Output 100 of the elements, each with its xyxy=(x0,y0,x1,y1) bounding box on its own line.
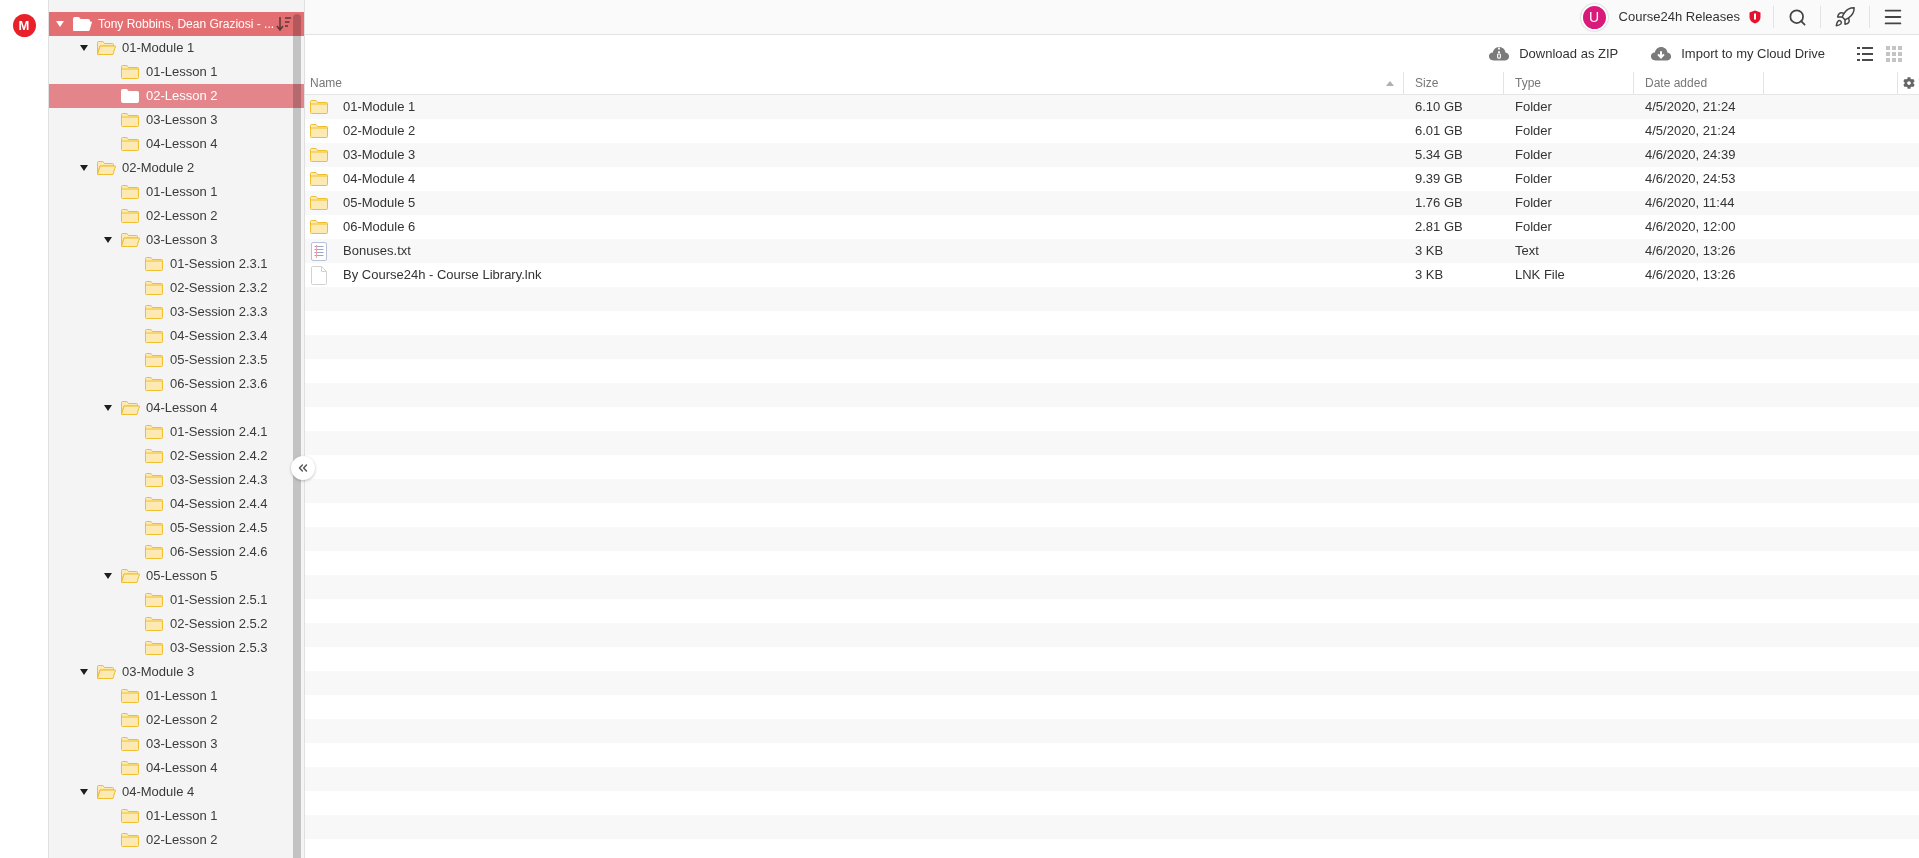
tree-item[interactable]: 01-Module 1 xyxy=(49,36,288,60)
settings-icon[interactable] xyxy=(1902,77,1915,89)
folder-icon xyxy=(309,123,329,139)
tree-item[interactable]: 03-Session 2.5.3 xyxy=(49,636,288,660)
tree-item[interactable]: 02-Lesson 2 xyxy=(49,204,288,228)
tree-item[interactable]: 04-Module 4 xyxy=(49,780,288,804)
tree-item[interactable]: 01-Lesson 1 xyxy=(49,180,288,204)
tree-item[interactable]: 01-Lesson 1 xyxy=(49,684,288,708)
file-name: Bonuses.txt xyxy=(343,242,411,261)
column-header[interactable]: Size xyxy=(1403,72,1503,94)
tree-item[interactable]: 02-Session 2.5.2 xyxy=(49,612,288,636)
sort-icon[interactable] xyxy=(276,16,292,32)
table-cell: 4/5/2020, 21:24 xyxy=(1645,123,1736,139)
table-cell: 4/6/2020, 24:53 xyxy=(1645,171,1736,187)
tree-item[interactable]: 02-Session 2.4.2 xyxy=(49,444,288,468)
caret-icon[interactable] xyxy=(104,573,112,579)
tree-item[interactable]: 01-Session 2.5.1 xyxy=(49,588,288,612)
tree-item[interactable]: 03-Module 3 xyxy=(49,660,288,684)
caret-icon[interactable] xyxy=(80,165,88,171)
folder-icon xyxy=(144,472,164,488)
table-cell: 4/6/2020, 24:39 xyxy=(1645,147,1736,163)
rocket-button[interactable] xyxy=(1833,5,1857,29)
file-name: 05-Module 5 xyxy=(343,194,416,213)
logo[interactable]: M xyxy=(12,14,36,37)
tree-item[interactable]: 05-Lesson 5 xyxy=(49,564,288,588)
column-header[interactable]: Date added xyxy=(1633,72,1763,94)
column-header[interactable]: Name xyxy=(305,72,1403,94)
file-icon xyxy=(311,265,327,285)
table-cell: Folder xyxy=(1515,147,1552,163)
tree-item[interactable]: 04-Lesson 4 xyxy=(49,756,288,780)
file-name: 01-Module 1 xyxy=(343,98,416,117)
folder-icon xyxy=(120,88,140,104)
tree-item[interactable]: 02-Lesson 2 xyxy=(49,708,288,732)
cloud-zip-icon xyxy=(1488,45,1511,62)
open-folder-icon xyxy=(96,160,116,176)
account-button[interactable]: U Course24h Releases xyxy=(1580,3,1761,31)
caret-icon[interactable] xyxy=(104,405,112,411)
column-header[interactable]: Type xyxy=(1503,72,1633,94)
folder-icon xyxy=(144,256,164,272)
table-cell: 1.76 GB xyxy=(1415,195,1463,211)
table-cell: 3 KB xyxy=(1415,267,1444,283)
download-zip-button[interactable]: Download as ZIP xyxy=(1488,43,1619,64)
table-cell: Folder xyxy=(1515,219,1552,235)
list-view-icon[interactable] xyxy=(1857,46,1873,61)
tree-item[interactable]: 01-Lesson 1 xyxy=(49,804,288,828)
folder-icon xyxy=(309,195,329,211)
table-cell: 3 KB xyxy=(1415,243,1444,259)
table-cell: 6.01 GB xyxy=(1415,123,1463,139)
table-cell: 4/6/2020, 11:44 xyxy=(1645,195,1735,211)
folder-icon xyxy=(120,760,140,776)
caret-icon[interactable] xyxy=(104,237,112,243)
table-cell: 4/5/2020, 21:24 xyxy=(1645,99,1736,115)
tree-item[interactable]: 03-Session 2.3.3 xyxy=(49,300,288,324)
caret-icon[interactable] xyxy=(80,669,88,675)
tree-item[interactable]: 05-Session 2.3.5 xyxy=(49,348,288,372)
folder-icon xyxy=(120,688,140,704)
tree-item[interactable]: 03-Session 2.4.3 xyxy=(49,468,288,492)
tree-item[interactable]: 06-Session 2.4.6 xyxy=(49,540,288,564)
tree-item[interactable]: 03-Lesson 3 xyxy=(49,108,288,132)
tree-item[interactable]: 04-Session 2.4.4 xyxy=(49,492,288,516)
import-button[interactable]: Import to my Cloud Drive xyxy=(1650,43,1825,64)
table-cell: 4/6/2020, 13:26 xyxy=(1645,243,1736,259)
folder-icon xyxy=(144,352,164,368)
tree-item[interactable]: 01-Session 2.3.1 xyxy=(49,252,288,276)
tree-item[interactable]: 04-Lesson 4 xyxy=(49,132,288,156)
tree-item[interactable]: 02-Lesson 2 xyxy=(49,828,288,852)
caret-icon[interactable] xyxy=(80,45,88,51)
folder-icon xyxy=(144,448,164,464)
table-cell: 5.34 GB xyxy=(1415,147,1463,163)
folder-icon xyxy=(120,64,140,80)
folder-icon xyxy=(120,808,140,824)
tree-item[interactable]: 02-Session 2.3.2 xyxy=(49,276,288,300)
folder-icon xyxy=(120,208,140,224)
table-cell: Folder xyxy=(1515,171,1552,187)
table-cell: LNK File xyxy=(1515,267,1565,283)
tree-item[interactable]: 03-Lesson 3 xyxy=(49,732,288,756)
tree-item[interactable]: 04-Lesson 4 xyxy=(49,396,288,420)
tree-item[interactable]: 01-Lesson 1 xyxy=(49,60,288,84)
folder-icon xyxy=(144,304,164,320)
caret-icon[interactable] xyxy=(80,789,88,795)
folder-icon xyxy=(144,616,164,632)
search-icon xyxy=(1787,7,1807,27)
tree-item[interactable]: 03-Lesson 3 xyxy=(49,228,288,252)
folder-icon xyxy=(144,496,164,512)
open-folder-icon xyxy=(120,568,140,584)
table-cell: Text xyxy=(1515,243,1539,259)
file-name: 02-Module 2 xyxy=(343,122,416,141)
tree-item[interactable]: 01-Session 2.4.1 xyxy=(49,420,288,444)
tree-item[interactable]: 05-Session 2.4.5 xyxy=(49,516,288,540)
scrollbar-thumb[interactable] xyxy=(293,14,301,858)
folder-icon xyxy=(144,280,164,296)
folder-icon xyxy=(309,171,329,187)
chevrons-left-icon xyxy=(296,461,310,475)
tree-item[interactable]: 02-Module 2 xyxy=(49,156,288,180)
tree-item[interactable]: 06-Session 2.3.6 xyxy=(49,372,288,396)
folder-icon xyxy=(309,219,329,235)
open-folder-icon xyxy=(96,784,116,800)
table-cell: 4/6/2020, 13:26 xyxy=(1645,267,1736,283)
tree-item[interactable]: 04-Session 2.3.4 xyxy=(49,324,288,348)
folder-icon xyxy=(144,424,164,440)
